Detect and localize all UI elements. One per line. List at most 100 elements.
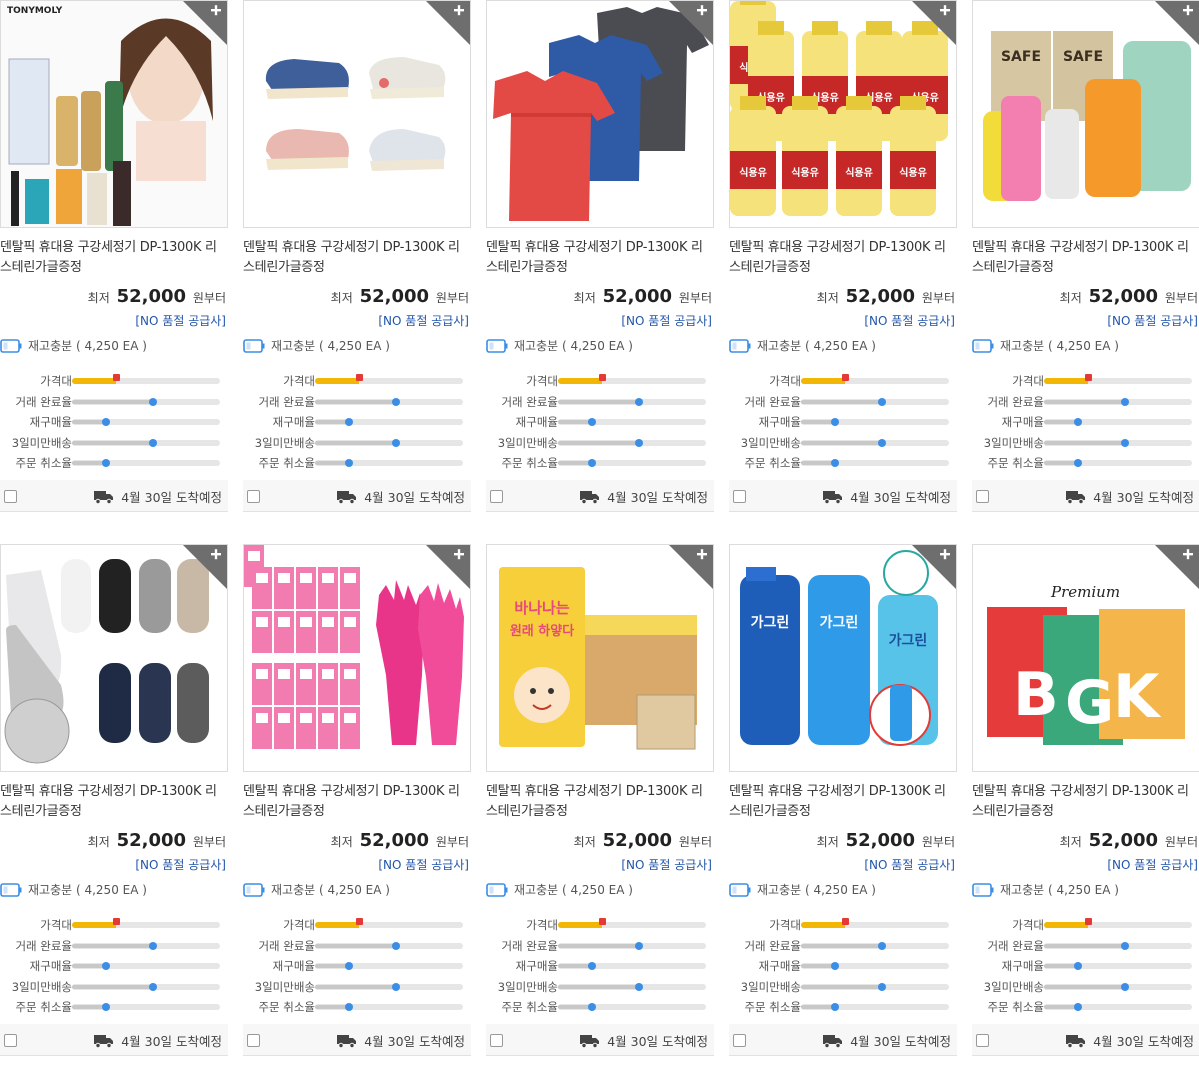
product-card[interactable]: SAFE SAFE 덴탈픽 휴대용 구강세정기 DP-1300K 리스테린가글증… (972, 0, 1199, 512)
product-title[interactable]: 덴탈픽 휴대용 구강세정기 DP-1300K 리스테린가글증정 (243, 238, 471, 278)
supplier-link[interactable]: [NO 품절 공급사] (135, 312, 226, 329)
metrics-panel: 가격대 거래 완료율 재구매율 3일미만배송 주문 취소율 (729, 371, 957, 474)
metric-row: 거래 완료율 (972, 392, 1199, 413)
product-title[interactable]: 덴탈픽 휴대용 구강세정기 DP-1300K 리스테린가글증정 (729, 782, 957, 822)
product-image[interactable] (486, 0, 714, 228)
metric-row: 재구매율 (729, 956, 957, 977)
select-checkbox[interactable] (733, 1034, 746, 1047)
select-checkbox[interactable] (247, 490, 260, 503)
add-plus-icon[interactable] (183, 1, 227, 45)
battery-icon (486, 882, 508, 897)
select-checkbox[interactable] (976, 490, 989, 503)
add-plus-icon[interactable] (1155, 1, 1199, 45)
add-plus-icon[interactable] (1155, 545, 1199, 589)
product-title[interactable]: 덴탈픽 휴대용 구강세정기 DP-1300K 리스테린가글증정 (486, 782, 714, 822)
delivery-info: 4월 30일 도착예정 (823, 1031, 951, 1050)
add-plus-icon[interactable] (426, 1, 470, 45)
supplier-link[interactable]: [NO 품절 공급사] (135, 856, 226, 873)
metrics-panel: 가격대 거래 완료율 재구매율 3일미만배송 주문 취소율 (729, 915, 957, 1018)
select-checkbox[interactable] (4, 490, 17, 503)
battery-icon (729, 882, 751, 897)
price-prefix: 최저 (330, 291, 353, 305)
supplier-link[interactable]: [NO 품절 공급사] (864, 856, 955, 873)
product-card[interactable]: 식용유 덴탈픽 휴대용 구강세정기 DP-1300K 리스테린가글증정 최저 5… (729, 0, 957, 512)
price-prefix: 최저 (1059, 291, 1082, 305)
supplier-link[interactable]: [NO 품절 공급사] (864, 312, 955, 329)
svg-text:B: B (1013, 660, 1059, 730)
metrics-panel: 가격대 거래 완료율 재구매율 3일미만배송 주문 취소율 (0, 915, 228, 1018)
metric-row: 3일미만배송 (729, 433, 957, 454)
add-plus-icon[interactable] (669, 545, 713, 589)
product-title[interactable]: 덴탈픽 휴대용 구강세정기 DP-1300K 리스테린가글증정 (0, 782, 228, 822)
price-value: 52,000 (602, 830, 673, 851)
add-plus-icon[interactable] (912, 545, 956, 589)
metric-bar-fill (315, 943, 397, 948)
product-image[interactable] (0, 544, 228, 772)
add-plus-icon[interactable] (426, 545, 470, 589)
product-card[interactable]: Premium B G K 덴탈픽 휴대용 구강세정기 DP-1300K 리스테… (972, 544, 1199, 1056)
supplier-link[interactable]: [NO 품절 공급사] (621, 312, 712, 329)
product-card[interactable]: 덴탈픽 휴대용 구강세정기 DP-1300K 리스테린가글증정 최저 52,00… (243, 544, 471, 1056)
metric-bar-fill (1044, 964, 1079, 968)
metric-label: 가격대 (1012, 374, 1044, 388)
product-title[interactable]: 덴탈픽 휴대용 구강세정기 DP-1300K 리스테린가글증정 (0, 238, 228, 278)
product-card[interactable]: 덴탈픽 휴대용 구강세정기 DP-1300K 리스테린가글증정 최저 52,00… (486, 0, 714, 512)
product-title[interactable]: 덴탈픽 휴대용 구강세정기 DP-1300K 리스테린가글증정 (243, 782, 471, 822)
add-plus-icon[interactable] (183, 545, 227, 589)
add-plus-icon[interactable] (912, 1, 956, 45)
metric-bar (315, 438, 463, 447)
price-suffix: 원부터 (921, 835, 955, 849)
metric-bar-fill (1044, 943, 1126, 948)
metric-label: 거래 완료율 (987, 394, 1044, 409)
product-image[interactable] (243, 0, 471, 228)
metric-bar (801, 438, 949, 447)
supplier-link[interactable]: [NO 품절 공급사] (1107, 312, 1198, 329)
metric-row: 가격대 (972, 371, 1199, 392)
select-checkbox[interactable] (490, 1034, 503, 1047)
metric-bar-marker (1121, 941, 1130, 950)
svg-text:SAFE: SAFE (1001, 49, 1041, 65)
product-title[interactable]: 덴탈픽 휴대용 구강세정기 DP-1300K 리스테린가글증정 (486, 238, 714, 278)
product-image[interactable] (243, 544, 471, 772)
product-image[interactable]: 가그린 가그린 가그린 (729, 544, 957, 772)
metric-bar-fill (72, 943, 154, 948)
metric-label: 재구매율 (515, 415, 558, 429)
product-title[interactable]: 덴탈픽 휴대용 구강세정기 DP-1300K 리스테린가글증정 (729, 238, 957, 278)
select-checkbox[interactable] (490, 490, 503, 503)
metric-bar-fill (558, 399, 640, 404)
price-value: 52,000 (602, 286, 673, 307)
metric-bar-marker (588, 962, 597, 970)
select-checkbox[interactable] (976, 1034, 989, 1047)
metric-bar-marker (831, 1003, 840, 1011)
price-range-marker (842, 374, 850, 381)
metric-label: 3일미만배송 (254, 979, 315, 994)
select-checkbox[interactable] (733, 490, 746, 503)
product-title[interactable]: 덴탈픽 휴대용 구강세정기 DP-1300K 리스테린가글증정 (972, 238, 1199, 278)
product-card[interactable]: 덴탈픽 휴대용 구강세정기 DP-1300K 리스테린가글증정 최저 52,00… (243, 0, 471, 512)
select-checkbox[interactable] (4, 1034, 17, 1047)
add-plus-icon[interactable] (669, 1, 713, 45)
product-image[interactable]: 바나나는 원래 하얗다 (486, 544, 714, 772)
product-image[interactable]: 식용유 (729, 0, 957, 228)
metric-bar (1044, 1003, 1192, 1011)
product-card[interactable]: TONYMOLY 덴탈픽 휴대용 구강세정기 DP-1300K 리스테린가글증정… (0, 0, 228, 512)
product-image[interactable]: SAFE SAFE (972, 0, 1199, 228)
supplier-link[interactable]: [NO 품절 공급사] (378, 312, 469, 329)
supplier-link[interactable]: [NO 품절 공급사] (378, 856, 469, 873)
product-card[interactable]: 가그린 가그린 가그린 덴탈픽 휴대용 구강세정기 DP-1300K 리스테린가… (729, 544, 957, 1056)
svg-text:원래 하얗다: 원래 하얗다 (510, 623, 574, 639)
price-range-marker (599, 374, 607, 381)
price-prefix: 최저 (573, 835, 596, 849)
product-image[interactable]: TONYMOLY (0, 0, 228, 228)
select-checkbox[interactable] (247, 1034, 260, 1047)
supplier-link[interactable]: [NO 품절 공급사] (621, 856, 712, 873)
supplier-link[interactable]: [NO 품절 공급사] (1107, 856, 1198, 873)
product-title[interactable]: 덴탈픽 휴대용 구강세정기 DP-1300K 리스테린가글증정 (972, 782, 1199, 822)
metric-label: 거래 완료율 (744, 938, 801, 953)
product-card[interactable]: 덴탈픽 휴대용 구강세정기 DP-1300K 리스테린가글증정 최저 52,00… (0, 544, 228, 1056)
price-range-marker (842, 918, 850, 925)
product-image[interactable]: Premium B G K (972, 544, 1199, 772)
price-info: 최저 52,000 원부터 (88, 830, 226, 851)
delivery-info: 4월 30일 도착예정 (337, 1031, 465, 1050)
product-card[interactable]: 바나나는 원래 하얗다 덴탈픽 휴대용 구강세정기 DP-1300K 리스테린가… (486, 544, 714, 1056)
